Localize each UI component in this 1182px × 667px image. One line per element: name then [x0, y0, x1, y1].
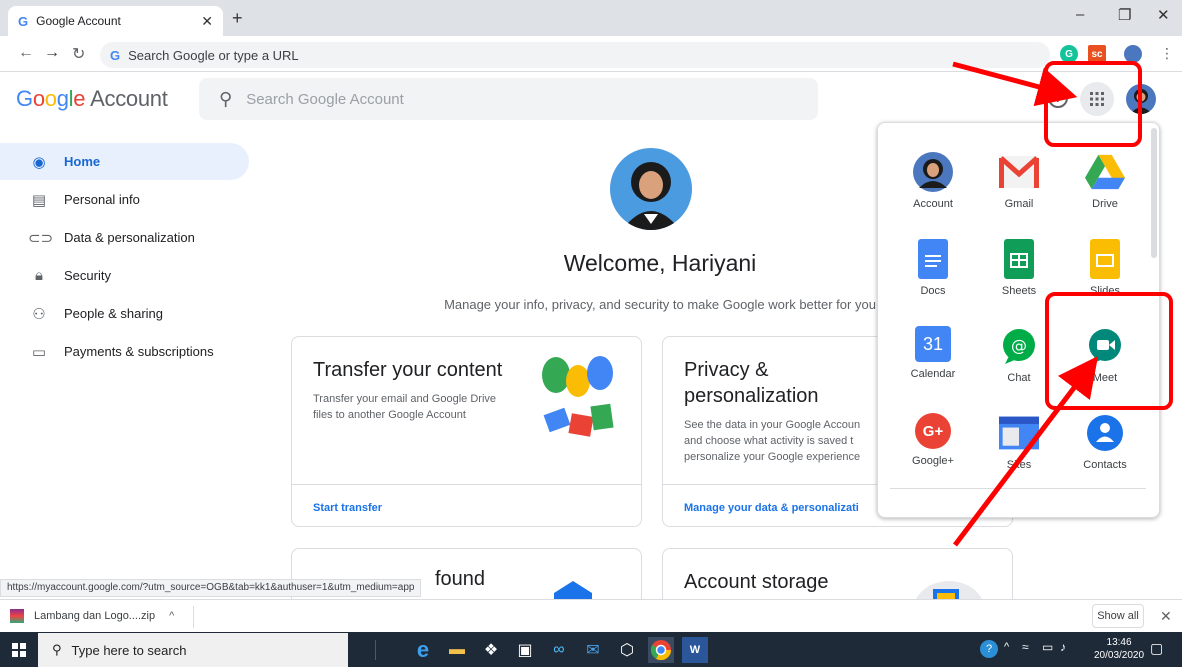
clock-time: 13:46: [1106, 637, 1132, 648]
file-explorer-icon[interactable]: ▬: [444, 637, 470, 663]
close-downloads-icon[interactable]: ✕: [1160, 608, 1172, 625]
store-icon[interactable]: ▣: [512, 637, 538, 663]
mail-icon[interactable]: ✉: [580, 637, 606, 663]
taskbar-search-input[interactable]: ⚲ Type here to search: [38, 633, 348, 667]
annotation-arrows: [952, 61, 1099, 547]
download-filename: Lambang dan Logo....zip: [34, 610, 156, 622]
help-tray-icon[interactable]: ?: [980, 640, 998, 658]
taskbar-divider: [375, 640, 376, 660]
word-icon[interactable]: W: [682, 637, 708, 663]
volume-icon[interactable]: ♪: [1060, 640, 1066, 654]
downloads-bar: [0, 599, 1182, 632]
dropbox-icon[interactable]: ❖: [478, 637, 504, 663]
zip-file-icon: [10, 609, 24, 623]
arrow-to-apps: [952, 61, 1078, 107]
infinity-app-icon[interactable]: ∞: [546, 637, 572, 663]
taskbar-search-placeholder: Type here to search: [71, 642, 187, 658]
download-divider: [193, 606, 194, 628]
notifications-icon[interactable]: ▢: [1150, 640, 1163, 657]
3d-viewer-icon[interactable]: ⬡: [614, 637, 640, 663]
clock-date: 20/03/2020: [1094, 650, 1145, 661]
chevron-up-icon[interactable]: ^: [169, 610, 174, 622]
battery-icon[interactable]: ▭: [1042, 640, 1053, 654]
arrow-to-meet: [953, 356, 1099, 547]
wifi-icon[interactable]: ≈: [1022, 640, 1029, 654]
chevron-up-tray-icon[interactable]: ^: [1004, 641, 1009, 653]
show-all-button[interactable]: Show all: [1092, 604, 1144, 628]
taskbar-clock[interactable]: 13:46 20/03/2020: [1094, 636, 1144, 662]
search-icon: ⚲: [52, 642, 62, 657]
download-item[interactable]: Lambang dan Logo....zip ^: [10, 605, 174, 627]
windows-start-icon[interactable]: [0, 632, 38, 667]
edge-icon[interactable]: e: [410, 637, 436, 663]
status-url: https://myaccount.google.com/?utm_source…: [0, 579, 422, 597]
chrome-taskbar-icon[interactable]: [648, 637, 674, 663]
